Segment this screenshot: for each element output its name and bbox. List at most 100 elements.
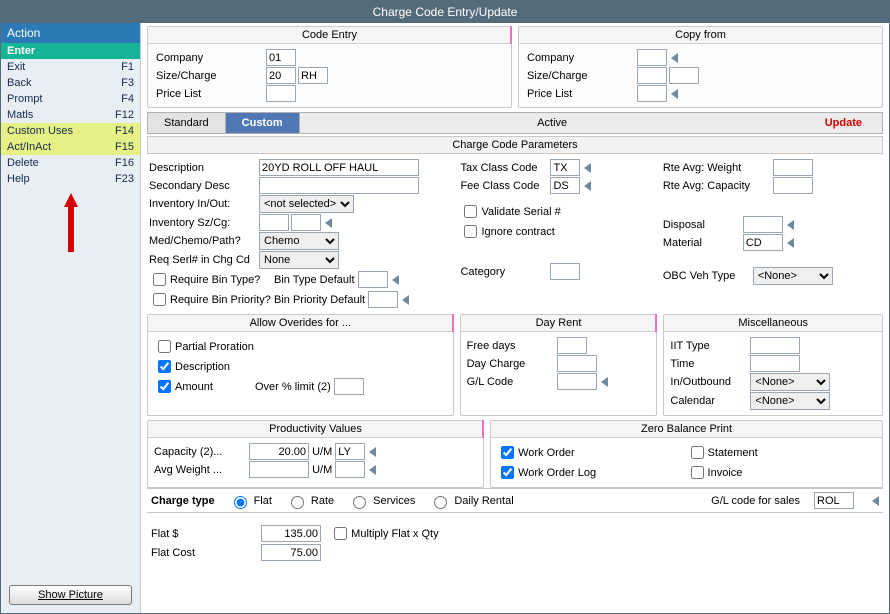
lookup-icon[interactable] (787, 238, 794, 248)
category-label: Category (460, 266, 550, 278)
charge-input[interactable] (298, 67, 328, 84)
charge-type-flat[interactable]: Flat (229, 493, 272, 509)
bin-priority-default-input[interactable] (368, 291, 398, 308)
ignore-contract-checkbox[interactable] (464, 225, 477, 238)
charge-type-label: Charge type (151, 495, 215, 507)
lookup-icon[interactable] (872, 496, 879, 506)
capacity-input[interactable] (249, 443, 309, 460)
require-bin-type-checkbox[interactable] (153, 273, 166, 286)
rte-weight-input[interactable] (773, 159, 813, 176)
bin-priority-default-label: Bin Priority Default (274, 294, 365, 306)
category-input[interactable] (550, 263, 580, 280)
avg-weight-input[interactable] (249, 461, 309, 478)
calendar-select[interactable]: <None> (750, 392, 830, 410)
fee-class-input[interactable] (550, 177, 580, 194)
sidebar-item-delete[interactable]: DeleteF16 (1, 155, 140, 171)
um1-input[interactable] (335, 443, 365, 460)
flat-cost-input[interactable] (261, 544, 321, 561)
inout-select[interactable]: <None> (750, 373, 830, 391)
partial-proration-checkbox[interactable] (158, 340, 171, 353)
sidebar-item-act-inact[interactable]: Act/InActF15 (1, 139, 140, 155)
gl-code-input[interactable] (557, 373, 597, 390)
lookup-icon[interactable] (325, 218, 332, 228)
lookup-icon[interactable] (584, 163, 591, 173)
req-serl-select[interactable]: None (259, 251, 339, 269)
multiply-flat-label: Multiply Flat x Qty (351, 528, 438, 540)
flat-dollar-input[interactable] (261, 525, 321, 542)
sidebar-item-prompt[interactable]: PromptF4 (1, 91, 140, 107)
copy-from-panel: Copy from Company Size/Charge Price List (518, 26, 883, 108)
work-order-log-checkbox[interactable] (501, 466, 514, 479)
validate-serial-checkbox[interactable] (464, 205, 477, 218)
charge-type-rate[interactable]: Rate (286, 493, 334, 509)
work-order-checkbox[interactable] (501, 446, 514, 459)
rte-capacity-input[interactable] (773, 177, 813, 194)
iit-type-label: IIT Type (670, 340, 750, 352)
tab-custom[interactable]: Custom (226, 113, 300, 133)
med-chemo-select[interactable]: Chemo (259, 232, 339, 250)
sidebar-item-back[interactable]: BackF3 (1, 75, 140, 91)
sidebar-item-exit[interactable]: ExitF1 (1, 59, 140, 75)
override-amount-label: Amount (175, 381, 255, 393)
cf-company-input[interactable] (637, 49, 667, 66)
inout-label: In/Outbound (670, 376, 750, 388)
statement-checkbox[interactable] (691, 446, 704, 459)
free-days-input[interactable] (557, 337, 587, 354)
secondary-desc-input[interactable] (259, 177, 419, 194)
invoice-checkbox[interactable] (691, 466, 704, 479)
override-description-label: Description (175, 361, 230, 373)
lookup-icon[interactable] (392, 275, 399, 285)
description-input[interactable] (259, 159, 419, 176)
time-input[interactable] (750, 355, 800, 372)
flat-radio[interactable] (234, 496, 247, 509)
secondary-desc-label: Secondary Desc (149, 180, 259, 192)
charge-type-services[interactable]: Services (348, 493, 415, 509)
lookup-icon[interactable] (787, 220, 794, 230)
obc-veh-select[interactable]: <None> (753, 267, 833, 285)
inv-sz-input[interactable] (259, 214, 289, 231)
sidebar-item-custom-uses[interactable]: Custom UsesF14 (1, 123, 140, 139)
zero-balance-group: Zero Balance Print Work Order Work Order… (490, 420, 883, 488)
bin-type-default-input[interactable] (358, 271, 388, 288)
inventory-label: Inventory In/Out: (149, 198, 259, 210)
um2-input[interactable] (335, 461, 365, 478)
lookup-icon[interactable] (584, 181, 591, 191)
sidebar-item-help[interactable]: HelpF23 (1, 171, 140, 187)
gl-sales-label: G/L code for sales (711, 495, 800, 507)
lookup-icon[interactable] (671, 89, 678, 99)
rate-radio[interactable] (291, 496, 304, 509)
lookup-icon[interactable] (402, 295, 409, 305)
gl-code-label: G/L Code (467, 376, 557, 388)
material-input[interactable] (743, 234, 783, 251)
charge-type-daily[interactable]: Daily Rental (429, 493, 513, 509)
inventory-select[interactable]: <not selected> (259, 195, 354, 213)
require-bin-type-label: Require Bin Type? (170, 274, 274, 286)
day-charge-input[interactable] (557, 355, 597, 372)
cf-size-input[interactable] (637, 67, 667, 84)
lookup-icon[interactable] (369, 447, 376, 457)
override-description-checkbox[interactable] (158, 360, 171, 373)
lookup-icon[interactable] (601, 377, 608, 387)
override-amount-checkbox[interactable] (158, 380, 171, 393)
price-list-input[interactable] (266, 85, 296, 102)
gl-sales-input[interactable] (814, 492, 854, 509)
inv-cg-input[interactable] (291, 214, 321, 231)
sidebar-item-enter[interactable]: Enter (1, 43, 140, 59)
multiply-flat-checkbox[interactable] (334, 527, 347, 540)
tab-standard[interactable]: Standard (148, 113, 226, 133)
iit-type-input[interactable] (750, 337, 800, 354)
disposal-input[interactable] (743, 216, 783, 233)
tax-class-input[interactable] (550, 159, 580, 176)
show-picture-button[interactable]: Show Picture (9, 585, 132, 605)
over-pct-input[interactable] (334, 378, 364, 395)
require-bin-priority-checkbox[interactable] (153, 293, 166, 306)
sidebar-item-matls[interactable]: MatlsF12 (1, 107, 140, 123)
cf-charge-input[interactable] (669, 67, 699, 84)
daily-radio[interactable] (434, 496, 447, 509)
cf-price-input[interactable] (637, 85, 667, 102)
services-radio[interactable] (353, 496, 366, 509)
lookup-icon[interactable] (369, 465, 376, 475)
size-input[interactable] (266, 67, 296, 84)
lookup-icon[interactable] (671, 53, 678, 63)
company-input[interactable] (266, 49, 296, 66)
